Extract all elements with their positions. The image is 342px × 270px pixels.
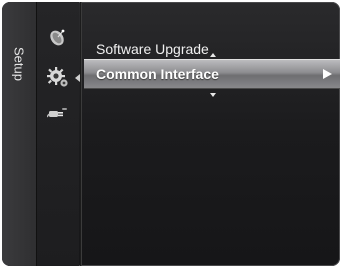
category-icon-column (37, 2, 80, 266)
submenu-arrow-icon (323, 69, 332, 79)
category-title: Setup (11, 47, 27, 81)
scroll-down-icon (210, 93, 216, 97)
gear-icon[interactable] (45, 65, 71, 89)
menu-item-label: Software Upgrade (96, 41, 209, 57)
satellite-dish-icon[interactable] (45, 26, 71, 50)
menu-item-common-interface[interactable]: Common Interface (84, 59, 340, 89)
menu-item-label: Common Interface (96, 66, 219, 82)
category-tab[interactable]: Setup (2, 2, 37, 266)
menu-list: Software Upgrade Common Interface (84, 2, 340, 266)
tv-menu-panel: Setup Software Upgrade Common Interface (2, 2, 340, 266)
plug-icon[interactable] (45, 102, 71, 126)
column-divider (80, 2, 82, 266)
